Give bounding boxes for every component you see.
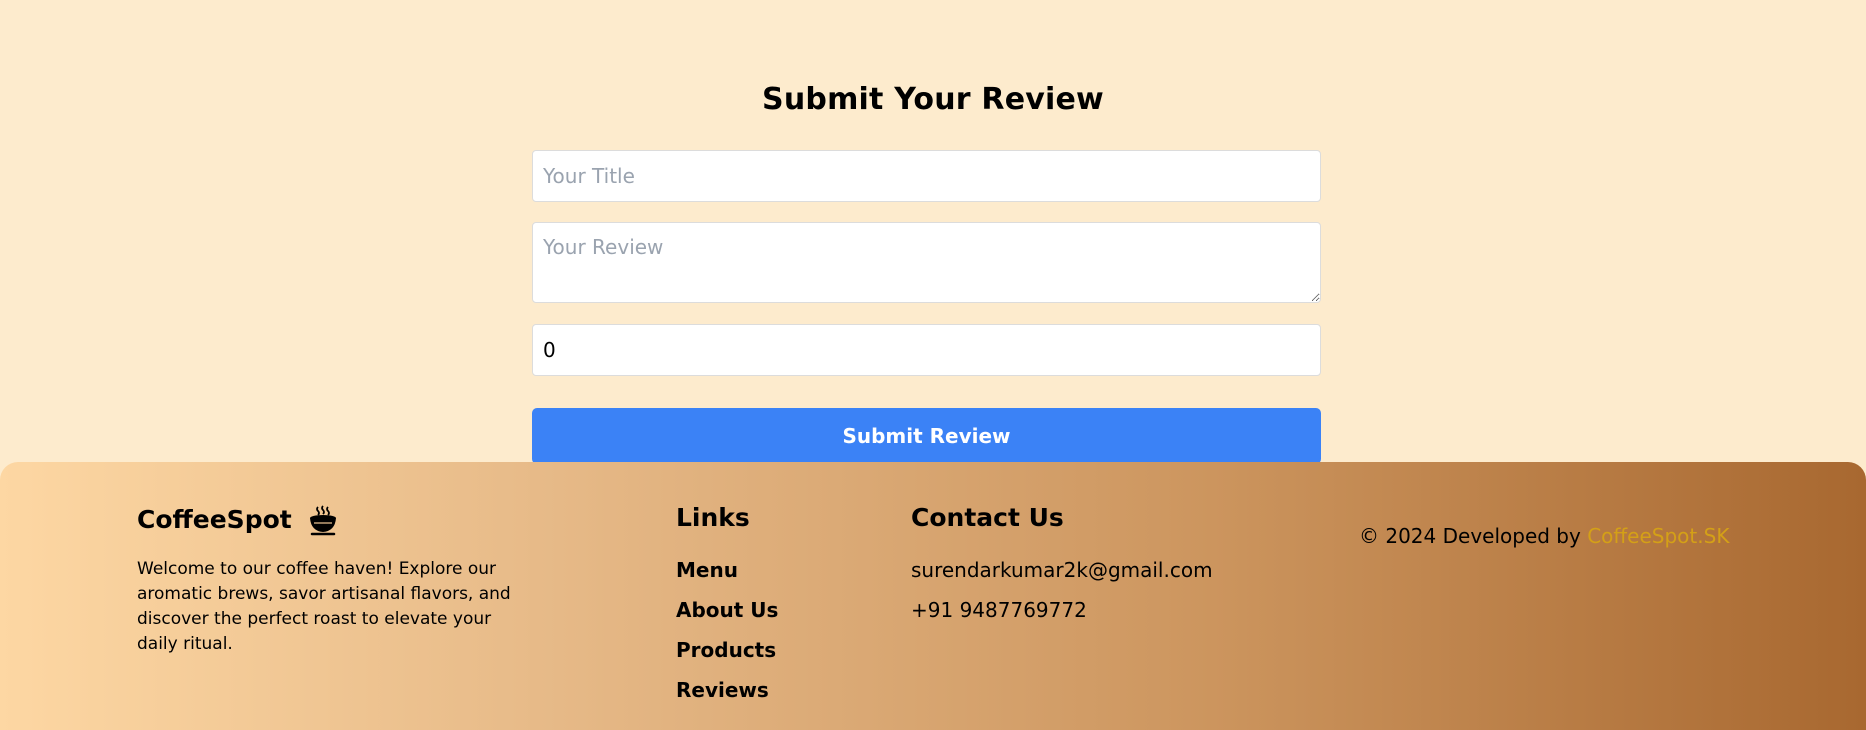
developer-link[interactable]: CoffeeSpot.SK	[1587, 524, 1729, 548]
footer-links-list: Menu About Us Products Reviews	[676, 558, 778, 718]
footer-link-item: About Us	[676, 598, 778, 638]
site-footer: CoffeeSpot Welcome to our coffee haven! …	[0, 462, 1866, 730]
footer-link-about-us[interactable]: About Us	[676, 598, 778, 622]
contact-heading: Contact Us	[911, 503, 1064, 532]
footer-brand: CoffeeSpot	[137, 502, 340, 536]
review-text-area[interactable]	[532, 222, 1321, 303]
footer-link-item: Menu	[676, 558, 778, 598]
copyright-text: © 2024 Developed by CoffeeSpot.SK	[1359, 524, 1729, 548]
contact-email: surendarkumar2k@gmail.com	[911, 558, 1213, 582]
footer-link-item: Products	[676, 638, 778, 678]
brand-description: Welcome to our coffee haven! Explore our…	[137, 559, 511, 654]
rating-input[interactable]	[532, 324, 1321, 376]
review-form-section: Submit Your Review Submit Review	[0, 0, 1866, 470]
coffee-cup-icon	[306, 502, 340, 536]
footer-link-reviews[interactable]: Reviews	[676, 678, 769, 702]
review-title-input[interactable]	[532, 150, 1321, 202]
copyright-prefix: © 2024 Developed by	[1359, 524, 1581, 548]
footer-link-products[interactable]: Products	[676, 638, 776, 662]
submit-review-button[interactable]: Submit Review	[532, 408, 1321, 464]
review-form-heading: Submit Your Review	[762, 82, 1104, 117]
footer-link-menu[interactable]: Menu	[676, 558, 738, 582]
brand-name: CoffeeSpot	[137, 504, 292, 534]
links-heading: Links	[676, 503, 750, 532]
footer-link-item: Reviews	[676, 678, 778, 718]
contact-phone: +91 9487769772	[911, 598, 1087, 622]
